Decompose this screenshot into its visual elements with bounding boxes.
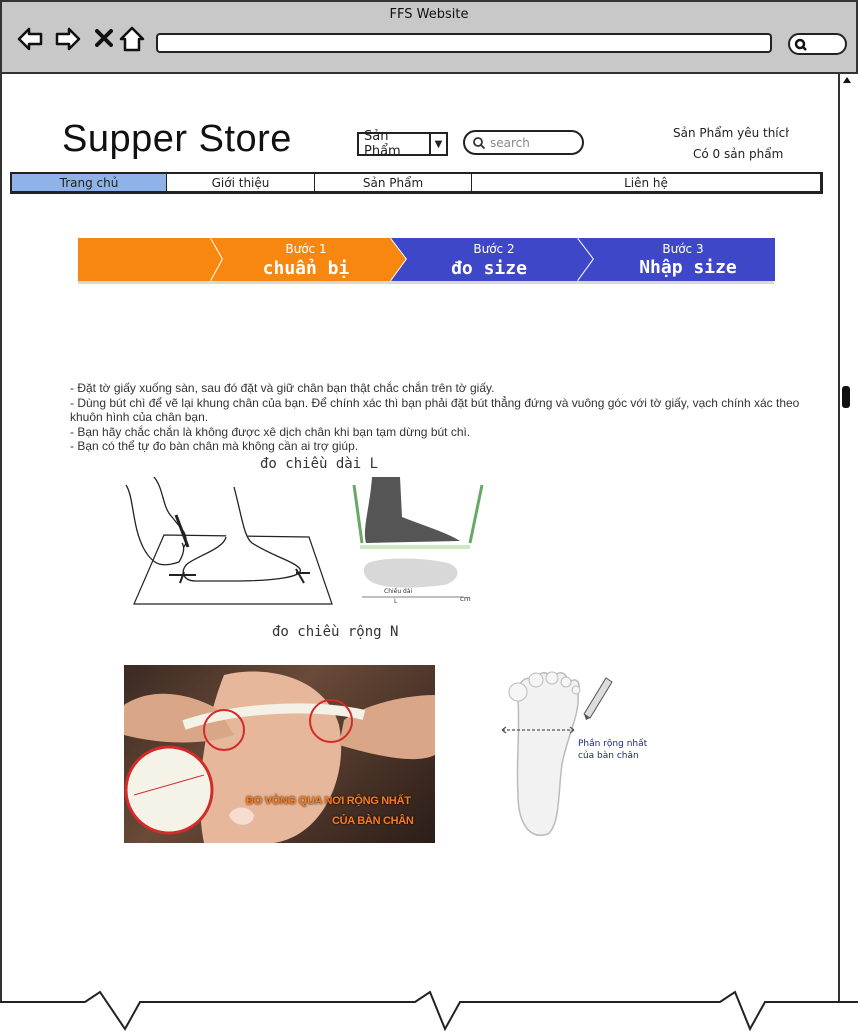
foot-length-diagram: Chiều dài L cm	[352, 477, 484, 605]
search-input[interactable]: search	[463, 130, 584, 155]
step-2-title: đo size	[451, 258, 527, 279]
nav-item-products[interactable]: Sản Phẩm	[315, 174, 472, 191]
nav-item-about[interactable]: Giới thiệu	[167, 174, 315, 191]
url-bar[interactable]	[156, 33, 772, 53]
nav-item-contact[interactable]: Liên hệ	[472, 174, 820, 191]
instruction-line: - Dùng bút chì để vẽ lại khung chân của …	[70, 395, 800, 425]
scroll-thumb[interactable]	[842, 386, 850, 408]
length-diagram-unit: cm	[460, 595, 471, 603]
step-3-label: Bước 3	[662, 242, 703, 256]
foot-tracing-illustration	[125, 477, 333, 605]
main-nav: Trang chủ Giới thiệu Sản Phẩm Liên hệ	[10, 172, 823, 194]
length-diagram-L: L	[394, 598, 398, 605]
browser-chrome: FFS Website	[0, 0, 858, 74]
footprint-label-1: Phần rộng nhất	[578, 738, 648, 749]
close-x-icon[interactable]	[92, 26, 120, 52]
step-2-label: Bước 2	[473, 242, 514, 256]
step-0	[78, 237, 225, 282]
back-arrow-icon[interactable]	[16, 26, 44, 52]
step-progress: Bước 1 chuẩn bị Bước 2 đo size Bước 3 Nh…	[78, 237, 775, 284]
torn-page-edge	[0, 990, 858, 1031]
width-measure-photo: ĐO VÒNG QUA NƠI RỘNG NHẤT CỦA BÀN CHÂN	[124, 665, 435, 843]
category-select[interactable]: Sản Phẩm ▼	[357, 129, 448, 159]
home-icon[interactable]	[118, 26, 146, 52]
forward-arrow-icon[interactable]	[54, 26, 82, 52]
scroll-up-arrow-icon[interactable]	[842, 76, 852, 84]
favorites-link[interactable]: Sản Phẩm yêu thích	[673, 126, 789, 140]
scrollbar[interactable]	[838, 74, 854, 1004]
length-diagram-label: Chiều dài	[384, 587, 413, 595]
search-placeholder: search	[490, 135, 530, 150]
cart-link[interactable]: Có 0 sản phẩm	[693, 147, 783, 161]
step-1-title: chuẩn bị	[263, 258, 350, 279]
search-icon	[473, 136, 486, 149]
category-select-value: Sản Phẩm	[364, 129, 401, 159]
instructions: - Đặt tờ giấy xuống sàn, sau đó đặt và g…	[70, 381, 800, 454]
chevron-down-icon: ▼	[429, 134, 446, 154]
nav-item-home[interactable]: Trang chủ	[12, 174, 167, 191]
instruction-line: - Đặt tờ giấy xuống sàn, sau đó đặt và g…	[70, 381, 495, 395]
instruction-line: - Bạn có thể tự đo bàn chân mà không cần…	[70, 439, 359, 453]
step-1-label: Bước 1	[285, 242, 326, 256]
footprint-width-illustration: Phần rộng nhất của bàn chân	[501, 671, 648, 836]
browser-search-box[interactable]	[788, 33, 847, 55]
site-logo[interactable]: Supper Store	[62, 118, 292, 161]
photo-text-line-2: CỦA BÀN CHÂN	[332, 815, 414, 827]
footprint-label-2: của bàn chân	[578, 750, 639, 761]
instruction-line: - Bạn hãy chắc chắn là không được xê dịc…	[70, 424, 471, 439]
caption-width: đo chiều rộng N	[272, 624, 399, 640]
caption-length: đo chiều dài L	[260, 456, 379, 472]
step-3-title: Nhập size	[639, 257, 737, 278]
search-icon	[794, 38, 807, 51]
photo-text-line-1: ĐO VÒNG QUA NƠI RỘNG NHẤT	[246, 795, 411, 807]
window-title: FFS Website	[389, 7, 469, 22]
